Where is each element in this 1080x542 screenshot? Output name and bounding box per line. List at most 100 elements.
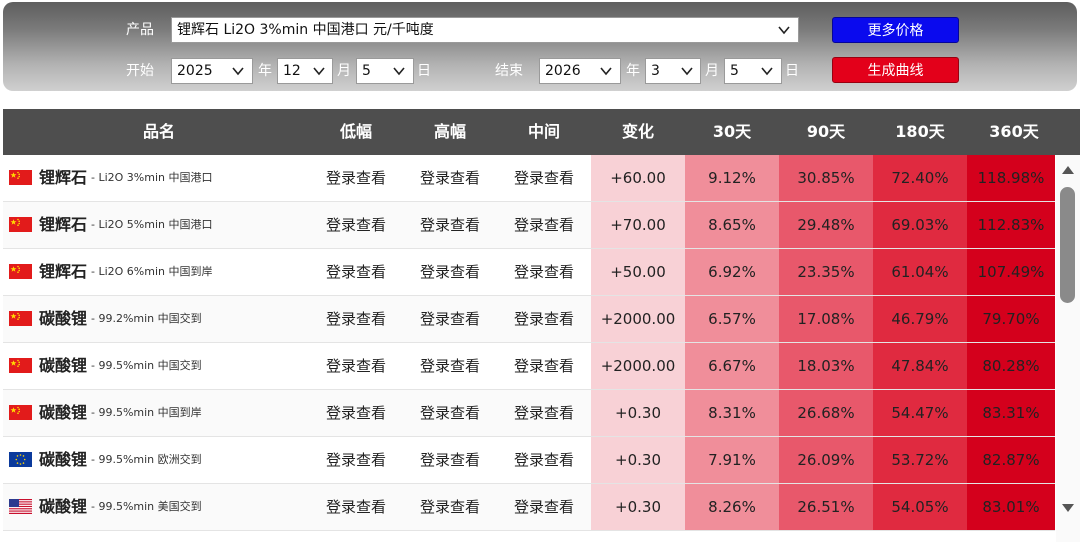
cell-30d: 6.92% bbox=[685, 249, 779, 295]
cell-high[interactable]: 登录查看 bbox=[403, 484, 497, 530]
cell-30d: 8.26% bbox=[685, 484, 779, 530]
table-row[interactable]: 碳酸锂 - 99.5%min 欧洲交到 登录查看 登录查看 登录查看 +0.30… bbox=[3, 437, 1055, 484]
table-row[interactable]: 碳酸锂 - 99.5%min 中国交到 登录查看 登录查看 登录查看 +2000… bbox=[3, 343, 1055, 390]
start-label: 开始 bbox=[126, 63, 154, 79]
cell-mid[interactable]: 登录查看 bbox=[497, 249, 591, 295]
cell-change: +50.00 bbox=[591, 249, 685, 295]
cell-90d: 29.48% bbox=[779, 202, 873, 248]
cell-low[interactable]: 登录查看 bbox=[309, 390, 403, 436]
product-name: 锂辉石 bbox=[39, 215, 88, 234]
start-year-select[interactable]: 2025 bbox=[171, 58, 253, 84]
cell-mid[interactable]: 登录查看 bbox=[497, 437, 591, 483]
cell-30d: 8.31% bbox=[685, 390, 779, 436]
cell-180d: 61.04% bbox=[873, 249, 967, 295]
cell-low[interactable]: 登录查看 bbox=[309, 296, 403, 342]
cell-mid[interactable]: 登录查看 bbox=[497, 390, 591, 436]
table-row[interactable]: 碳酸锂 - 99.5%min 中国到岸 登录查看 登录查看 登录查看 +0.30… bbox=[3, 390, 1055, 437]
product-name: 碳酸锂 bbox=[39, 356, 88, 375]
cn-flag-icon bbox=[9, 217, 32, 232]
end-label: 结束 bbox=[495, 63, 523, 79]
start-day-select[interactable]: 5 bbox=[356, 58, 414, 84]
cell-change: +0.30 bbox=[591, 437, 685, 483]
end-day-value: 5 bbox=[730, 63, 739, 79]
product-label: 产品 bbox=[126, 22, 154, 38]
start-day-value: 5 bbox=[362, 63, 371, 79]
more-prices-button[interactable]: 更多价格 bbox=[832, 17, 959, 43]
cell-product-name: 碳酸锂 - 99.5%min 中国交到 bbox=[3, 343, 309, 389]
cell-180d: 47.84% bbox=[873, 343, 967, 389]
end-year-unit: 年 bbox=[626, 63, 640, 79]
cell-change: +0.30 bbox=[591, 484, 685, 530]
product-name: 锂辉石 bbox=[39, 262, 88, 281]
start-month-select[interactable]: 12 bbox=[277, 58, 333, 84]
cell-high[interactable]: 登录查看 bbox=[403, 390, 497, 436]
cell-30d: 9.12% bbox=[685, 155, 779, 201]
end-day-select[interactable]: 5 bbox=[724, 58, 782, 84]
cell-product-name: 锂辉石 - Li2O 3%min 中国港口 bbox=[3, 155, 309, 201]
cell-90d: 23.35% bbox=[779, 249, 873, 295]
cell-change: +60.00 bbox=[591, 155, 685, 201]
us-flag-icon bbox=[9, 499, 32, 514]
cell-mid[interactable]: 登录查看 bbox=[497, 484, 591, 530]
product-spec: - 99.5%min 美国交到 bbox=[91, 500, 202, 513]
table-row[interactable]: 碳酸锂 - 99.5%min 美国交到 登录查看 登录查看 登录查看 +0.30… bbox=[3, 484, 1055, 531]
col-header-high: 高幅 bbox=[433, 122, 466, 141]
cell-low[interactable]: 登录查看 bbox=[309, 155, 403, 201]
cell-180d: 69.03% bbox=[873, 202, 967, 248]
cell-high[interactable]: 登录查看 bbox=[403, 437, 497, 483]
end-month-select[interactable]: 3 bbox=[645, 58, 701, 84]
cell-low[interactable]: 登录查看 bbox=[309, 437, 403, 483]
cell-mid[interactable]: 登录查看 bbox=[497, 155, 591, 201]
table-header: 品名 低幅 高幅 中间 变化 30天 90天 180天 360天 bbox=[3, 109, 1080, 155]
cell-low[interactable]: 登录查看 bbox=[309, 202, 403, 248]
cell-high[interactable]: 登录查看 bbox=[403, 202, 497, 248]
cell-high[interactable]: 登录查看 bbox=[403, 343, 497, 389]
table-row[interactable]: 碳酸锂 - 99.2%min 中国交到 登录查看 登录查看 登录查看 +2000… bbox=[3, 296, 1055, 343]
product-select[interactable]: 锂辉石 Li2O 3%min 中国港口 元/千吨度 bbox=[171, 17, 799, 43]
cell-mid[interactable]: 登录查看 bbox=[497, 343, 591, 389]
col-header-180d: 180天 bbox=[895, 122, 945, 141]
end-year-value: 2026 bbox=[545, 63, 581, 79]
scroll-down-icon[interactable] bbox=[1061, 503, 1075, 513]
table-row[interactable]: 锂辉石 - Li2O 3%min 中国港口 登录查看 登录查看 登录查看 +60… bbox=[3, 155, 1055, 202]
col-header-90d: 90天 bbox=[806, 122, 846, 141]
col-header-30d: 30天 bbox=[712, 122, 752, 141]
cell-90d: 26.68% bbox=[779, 390, 873, 436]
cell-90d: 18.03% bbox=[779, 343, 873, 389]
scrollbar-thumb[interactable] bbox=[1060, 187, 1075, 303]
product-name: 碳酸锂 bbox=[39, 450, 88, 469]
product-name: 碳酸锂 bbox=[39, 497, 88, 516]
control-panel: 产品 锂辉石 Li2O 3%min 中国港口 元/千吨度 开始 2025 年 1… bbox=[3, 2, 1077, 91]
cell-high[interactable]: 登录查看 bbox=[403, 155, 497, 201]
chevron-down-icon bbox=[681, 67, 693, 76]
cell-30d: 6.57% bbox=[685, 296, 779, 342]
product-spec: - Li2O 6%min 中国到岸 bbox=[91, 265, 213, 278]
table-row[interactable]: 锂辉石 - Li2O 6%min 中国到岸 登录查看 登录查看 登录查看 +50… bbox=[3, 249, 1055, 296]
chevron-down-icon bbox=[600, 67, 612, 76]
col-header-low: 低幅 bbox=[339, 122, 372, 141]
cell-360d: 107.49% bbox=[967, 249, 1055, 295]
cell-high[interactable]: 登录查看 bbox=[403, 249, 497, 295]
end-year-select[interactable]: 2026 bbox=[539, 58, 621, 84]
start-day-unit: 日 bbox=[417, 63, 431, 79]
cell-mid[interactable]: 登录查看 bbox=[497, 296, 591, 342]
cell-low[interactable]: 登录查看 bbox=[309, 249, 403, 295]
table-scrollbar[interactable] bbox=[1056, 155, 1080, 542]
cell-low[interactable]: 登录查看 bbox=[309, 484, 403, 530]
cell-360d: 112.83% bbox=[967, 202, 1055, 248]
generate-curve-button[interactable]: 生成曲线 bbox=[832, 57, 959, 83]
chevron-down-icon bbox=[778, 26, 790, 35]
cell-change: +2000.00 bbox=[591, 343, 685, 389]
cell-high[interactable]: 登录查看 bbox=[403, 296, 497, 342]
cell-180d: 54.47% bbox=[873, 390, 967, 436]
cell-360d: 83.01% bbox=[967, 484, 1055, 530]
cell-30d: 7.91% bbox=[685, 437, 779, 483]
table-row[interactable]: 锂辉石 - Li2O 5%min 中国港口 登录查看 登录查看 登录查看 +70… bbox=[3, 202, 1055, 249]
price-table-body: 锂辉石 - Li2O 3%min 中国港口 登录查看 登录查看 登录查看 +60… bbox=[3, 155, 1055, 542]
col-header-name: 品名 bbox=[142, 122, 175, 141]
start-year-value: 2025 bbox=[177, 63, 213, 79]
cn-flag-icon bbox=[9, 405, 32, 420]
cell-mid[interactable]: 登录查看 bbox=[497, 202, 591, 248]
scroll-up-icon[interactable] bbox=[1061, 165, 1075, 175]
cell-low[interactable]: 登录查看 bbox=[309, 343, 403, 389]
